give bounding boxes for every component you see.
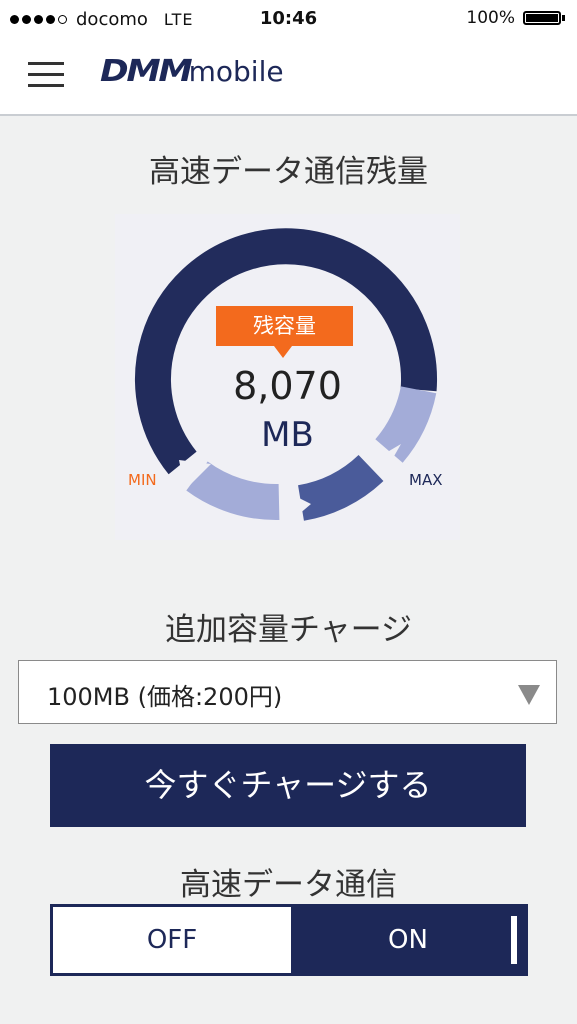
charge-amount-value: 100MB (価格:200円) (47, 683, 283, 711)
dmm-mobile-logo: DMM mobile (100, 54, 284, 98)
dropdown-arrow-icon (518, 685, 540, 705)
add-capacity-title: 追加容量チャージ (164, 612, 413, 648)
logo-sub-text: mobile (188, 55, 284, 88)
remaining-badge-pointer (274, 346, 292, 358)
remaining-badge: 残容量 (216, 306, 353, 346)
toggle-on-option[interactable]: ON (291, 907, 525, 973)
remaining-value: 8,070 (233, 364, 342, 408)
battery-tip-icon (562, 15, 565, 21)
gauge-right-arc (375, 385, 437, 463)
battery-percent: 100% (466, 8, 515, 28)
data-remaining-title: 高速データ通信残量 (149, 154, 428, 190)
toggle-handle (511, 916, 517, 964)
gauge-bottom-right-arc (297, 454, 384, 521)
battery-status: 100% (466, 8, 565, 28)
charge-now-button[interactable]: 今すぐチャージする (50, 744, 526, 827)
gauge-bottom-left-arc (186, 461, 280, 521)
status-bar: docomo LTE 10:46 100% (0, 0, 577, 38)
gauge-max-label: MAX (409, 471, 443, 489)
high-speed-title: 高速データ通信 (180, 867, 397, 903)
high-speed-toggle[interactable]: OFF ON (50, 904, 528, 976)
gauge-min-label: MIN (128, 471, 157, 489)
toggle-off-option[interactable]: OFF (53, 907, 291, 973)
remaining-unit: MB (261, 415, 314, 455)
toggle-on-label: ON (388, 925, 428, 955)
logo-main-text: DMM (100, 54, 193, 89)
menu-icon[interactable] (28, 60, 64, 90)
app-header: DMM mobile (0, 38, 577, 116)
battery-icon (523, 11, 561, 25)
charge-amount-select[interactable]: 100MB (価格:200円) (18, 660, 557, 724)
